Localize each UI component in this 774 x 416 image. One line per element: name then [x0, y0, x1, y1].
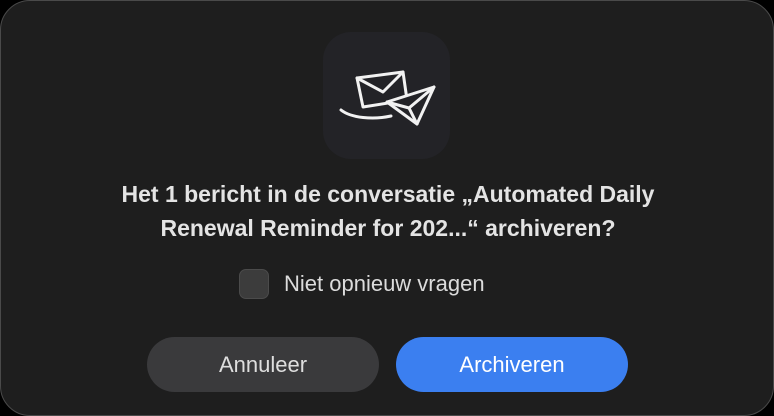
dialog-message-line-1: Het 1 bericht in de conversatie „Automat… [121, 181, 655, 207]
archive-confirm-dialog: Het 1 bericht in de conversatie „Automat… [0, 0, 774, 416]
dialog-message-line-2: Renewal Reminder for 202...“ archiveren? [160, 215, 616, 241]
dont-ask-again-row[interactable]: Niet opnieuw vragen [239, 268, 485, 300]
archive-button[interactable]: Archiveren [396, 337, 628, 392]
dialog-message: Het 1 bericht in de conversatie „Automat… [41, 177, 735, 245]
dont-ask-again-label[interactable]: Niet opnieuw vragen [284, 271, 485, 297]
app-icon [323, 32, 450, 159]
envelope-paper-plane-icon [339, 70, 436, 126]
dont-ask-again-checkbox[interactable] [239, 269, 269, 299]
cancel-button[interactable]: Annuleer [147, 337, 379, 392]
